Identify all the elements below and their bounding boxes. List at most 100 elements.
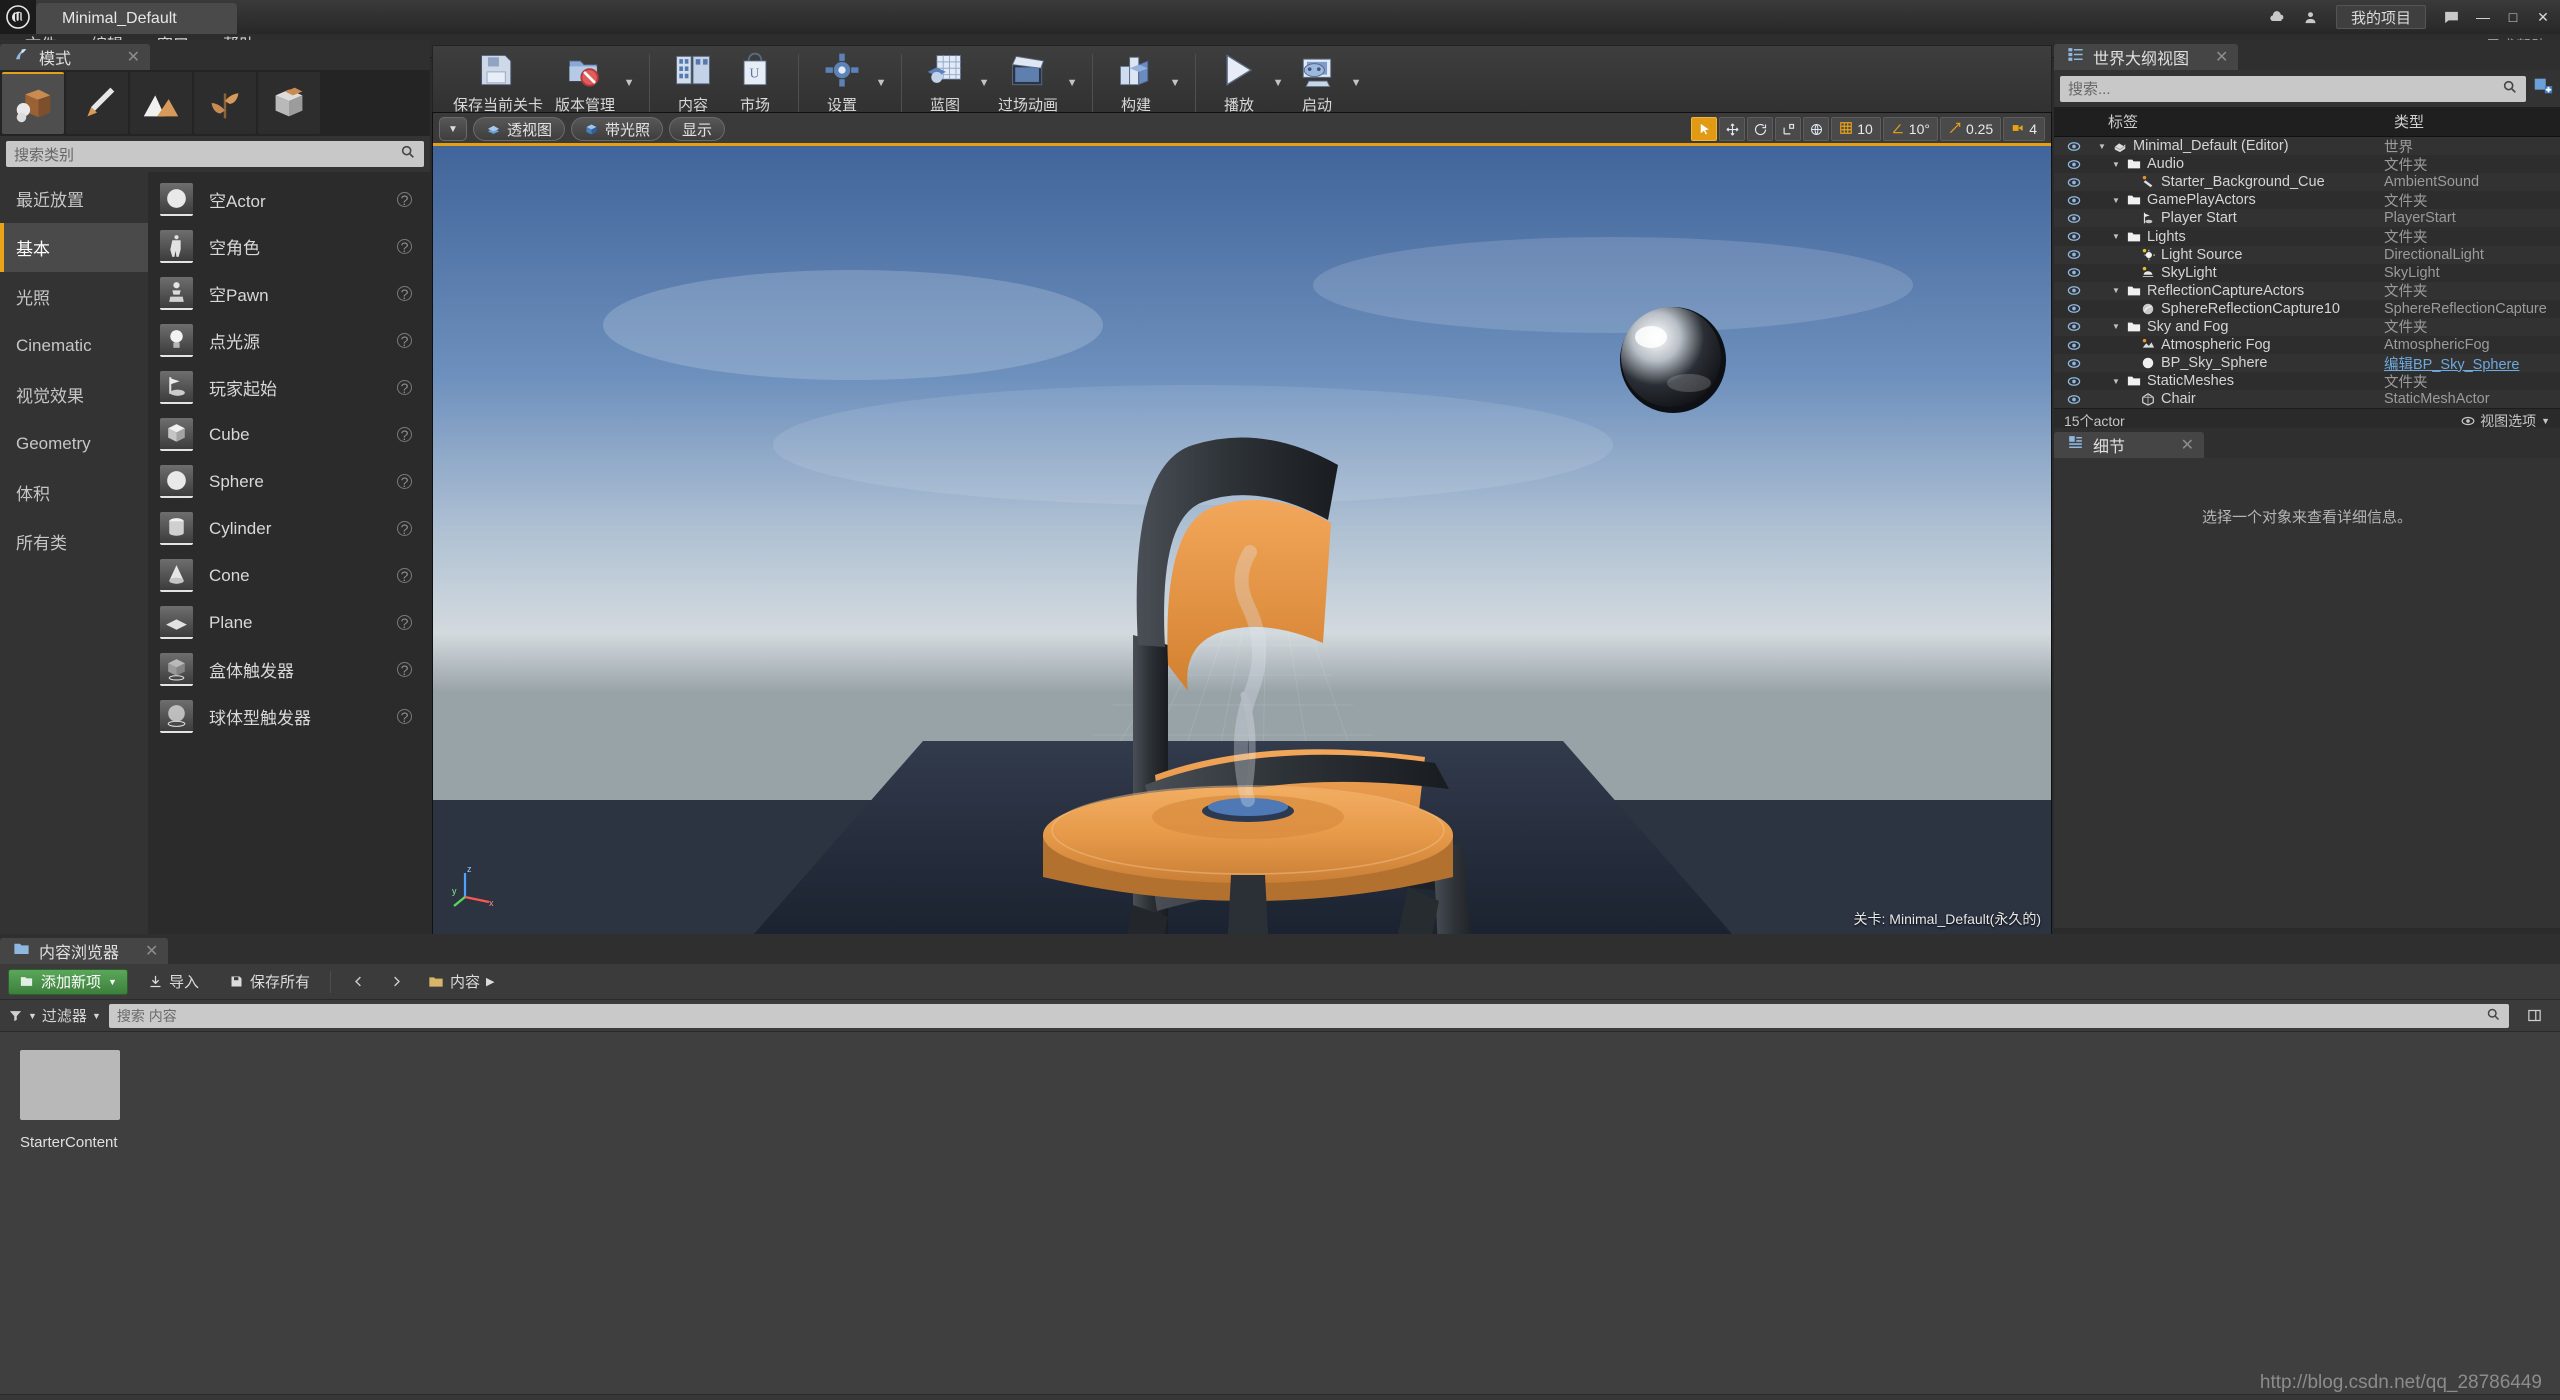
toolbar-button-launch[interactable]: 启动 — [1286, 48, 1348, 118]
category-item-2[interactable]: 光照 — [0, 272, 148, 321]
level-viewport[interactable]: ▼ 透视图 带光照 显示 10 10° 0.25 4 z x y 关卡: Min… — [432, 112, 2052, 935]
expander-triangle-icon[interactable]: ▼ — [2112, 232, 2121, 241]
content-search-input[interactable]: 搜索 内容 — [108, 1003, 2509, 1028]
breadcrumb[interactable]: 内容 ▶ — [428, 971, 494, 992]
category-item-7[interactable]: 所有类 — [0, 517, 148, 566]
help-icon[interactable]: ? — [397, 380, 412, 396]
chevron-right-icon[interactable]: ▶ — [486, 975, 494, 988]
outliner-row[interactable]: Chair StaticMeshActor — [2054, 390, 2560, 409]
scale-snap-control[interactable]: 0.25 — [1939, 117, 2002, 141]
rotate-tool-button[interactable] — [1747, 117, 1774, 141]
geometry-edit-mode-button[interactable] — [258, 72, 320, 134]
placement-item-0[interactable]: 空Actor? — [148, 176, 430, 223]
outliner-column-label[interactable]: 标签 — [2094, 111, 2380, 132]
chat-icon[interactable] — [2434, 3, 2468, 31]
expander-triangle-icon[interactable]: ▼ — [2112, 377, 2121, 386]
outliner-row[interactable]: ▼ GamePlayActors 文件夹 — [2054, 191, 2560, 210]
visibility-toggle[interactable] — [2054, 195, 2094, 206]
expander-triangle-icon[interactable]: ▼ — [2112, 196, 2121, 205]
grid-snap-control[interactable]: 10 — [1831, 117, 1881, 141]
close-icon[interactable]: ✕ — [2197, 47, 2228, 67]
outliner-row[interactable]: ▼ ReflectionCaptureActors 文件夹 — [2054, 281, 2560, 300]
landscape-mode-button[interactable] — [130, 72, 192, 134]
toolbar-button-build[interactable]: 构建 — [1105, 48, 1167, 118]
placement-item-1[interactable]: 空角色? — [148, 223, 430, 270]
visibility-toggle[interactable] — [2054, 358, 2094, 369]
help-icon[interactable]: ? — [397, 427, 412, 443]
placement-item-9[interactable]: Plane? — [148, 599, 430, 646]
close-button[interactable]: ✕ — [2528, 4, 2558, 30]
placement-item-6[interactable]: Sphere? — [148, 458, 430, 505]
toolbar-button-blueprint[interactable]: 蓝图 — [914, 48, 976, 118]
chevron-down-icon[interactable]: ▼ — [1064, 48, 1080, 118]
placement-item-8[interactable]: Cone? — [148, 552, 430, 599]
visibility-toggle[interactable] — [2054, 303, 2094, 314]
expander-triangle-icon[interactable]: ▼ — [2112, 160, 2121, 169]
close-icon[interactable]: ✕ — [2163, 435, 2194, 455]
import-button[interactable]: 导入 — [138, 969, 209, 995]
outliner-search-input[interactable]: 搜索... — [2060, 75, 2526, 102]
outliner-row[interactable]: ▼ Sky and Fog 文件夹 — [2054, 317, 2560, 336]
project-tab[interactable]: Minimal_Default — [36, 3, 237, 34]
visibility-toggle[interactable] — [2054, 321, 2094, 332]
category-item-5[interactable]: Geometry — [0, 419, 148, 468]
my-projects-button[interactable]: 我的项目 — [2335, 5, 2426, 29]
chevron-down-icon[interactable]: ▼ — [1270, 48, 1286, 118]
placement-item-3[interactable]: 点光源? — [148, 317, 430, 364]
help-icon[interactable]: ? — [397, 192, 412, 208]
close-icon[interactable]: ✕ — [127, 941, 158, 961]
toolbar-button-source-control[interactable]: 版本管理 — [549, 48, 621, 118]
category-item-0[interactable]: 最近放置 — [0, 174, 148, 223]
chevron-down-icon[interactable]: ▼ — [1348, 48, 1364, 118]
camera-speed-control[interactable]: 4 — [2003, 117, 2045, 141]
category-item-6[interactable]: 体积 — [0, 468, 148, 517]
tab-world-outliner[interactable]: 世界大纲视图 ✕ — [2054, 44, 2239, 70]
placement-item-2[interactable]: 空Pawn? — [148, 270, 430, 317]
toolbar-button-play[interactable]: 播放 — [1208, 48, 1270, 118]
visibility-toggle[interactable] — [2054, 249, 2094, 260]
outliner-row[interactable]: Player Start PlayerStart — [2054, 209, 2560, 228]
select-tool-button[interactable] — [1691, 117, 1718, 141]
nav-forward-button[interactable] — [379, 969, 414, 995]
category-item-3[interactable]: Cinematic — [0, 321, 148, 370]
help-icon[interactable]: ? — [397, 709, 412, 725]
toolbar-button-save[interactable]: 保存当前关卡 — [447, 48, 549, 118]
viewport-pill-show[interactable]: 显示 — [669, 117, 726, 141]
outliner-row[interactable]: Atmospheric Fog AtmosphericFog — [2054, 336, 2560, 355]
chevron-down-icon[interactable]: ▼ — [621, 48, 637, 118]
view-options-caret-icon[interactable]: ▼ — [439, 117, 467, 141]
visibility-toggle[interactable] — [2054, 141, 2094, 152]
help-icon[interactable]: ? — [397, 286, 412, 302]
visibility-toggle[interactable] — [2054, 213, 2094, 224]
placement-item-11[interactable]: 球体型触发器? — [148, 693, 430, 740]
user-icon[interactable] — [2294, 3, 2328, 31]
asset-tile[interactable]: StarterContent — [20, 1050, 120, 1151]
visibility-toggle[interactable] — [2054, 340, 2094, 351]
foliage-mode-button[interactable] — [194, 72, 256, 134]
outliner-row[interactable]: ▼ StaticMeshes 文件夹 — [2054, 372, 2560, 391]
outliner-row[interactable]: Starter_Background_Cue AmbientSound — [2054, 173, 2560, 192]
help-icon[interactable]: ? — [397, 521, 412, 537]
outliner-row[interactable]: BP_Sky_Sphere 编辑BP_Sky_Sphere — [2054, 354, 2560, 373]
maximize-button[interactable]: □ — [2498, 4, 2528, 30]
scale-tool-button[interactable] — [1775, 117, 1802, 141]
visibility-toggle[interactable] — [2054, 285, 2094, 296]
content-settings-button[interactable] — [2517, 1003, 2552, 1029]
chevron-down-icon[interactable]: ▼ — [1167, 48, 1183, 118]
outliner-row[interactable]: ▼ Audio 文件夹 — [2054, 155, 2560, 174]
help-icon[interactable]: ? — [397, 474, 412, 490]
visibility-toggle[interactable] — [2054, 376, 2094, 387]
outliner-column-type[interactable]: 类型 — [2380, 111, 2560, 132]
place-mode-button[interactable] — [2, 72, 64, 134]
tab-details[interactable]: 细节 ✕ — [2054, 432, 2204, 458]
visibility-toggle[interactable] — [2054, 231, 2094, 242]
visibility-toggle[interactable] — [2054, 159, 2094, 170]
save-all-button[interactable]: 保存所有 — [219, 969, 320, 995]
outliner-row[interactable]: SphereReflectionCapture10 SphereReflectio… — [2054, 299, 2560, 318]
rotation-snap-control[interactable]: 10° — [1882, 117, 1938, 141]
outliner-row[interactable]: SkyLight SkyLight — [2054, 263, 2560, 282]
toolbar-button-marketplace[interactable]: U 市场 — [724, 48, 786, 118]
translate-tool-button[interactable] — [1719, 117, 1746, 141]
add-new-button[interactable]: 添加新项 ▼ — [8, 968, 128, 995]
tab-content-browser[interactable]: 内容浏览器 ✕ — [0, 938, 169, 964]
